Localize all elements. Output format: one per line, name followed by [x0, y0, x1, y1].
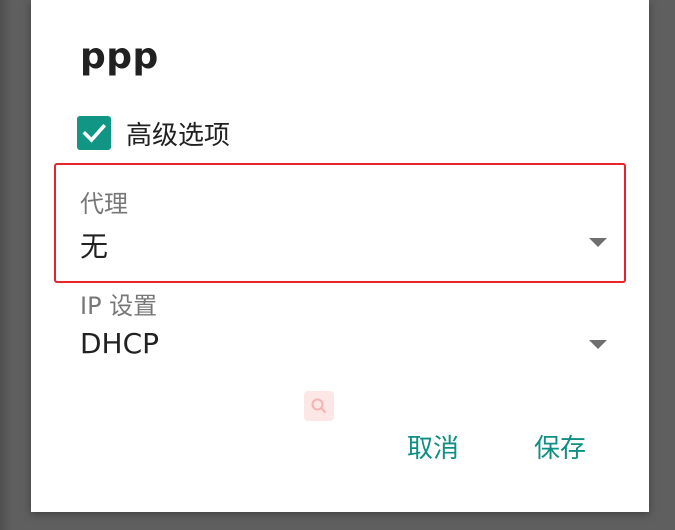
proxy-label: 代理: [80, 190, 128, 218]
advanced-options-checkbox[interactable]: [77, 116, 111, 150]
wifi-config-dialog: ppp 高级选项 代理 无 IP 设置 DHCP 取消 保存: [31, 0, 649, 512]
search-icon: [304, 391, 334, 421]
advanced-options-row[interactable]: 高级选项: [77, 114, 230, 152]
ip-settings-label: IP 设置: [80, 292, 158, 320]
save-button[interactable]: 保存: [534, 428, 586, 465]
checkmark-icon: [82, 123, 107, 143]
ip-settings-dropdown-arrow-icon[interactable]: [589, 340, 607, 349]
ip-settings-dropdown-value[interactable]: DHCP: [80, 327, 159, 360]
dialog-title: ppp: [80, 36, 159, 77]
proxy-highlight-box: [54, 163, 626, 283]
proxy-dropdown-arrow-icon[interactable]: [589, 238, 607, 247]
advanced-options-label: 高级选项: [126, 120, 231, 151]
magnifier-icon: [311, 398, 326, 413]
proxy-dropdown-value[interactable]: 无: [80, 225, 108, 265]
cancel-button[interactable]: 取消: [407, 428, 459, 465]
